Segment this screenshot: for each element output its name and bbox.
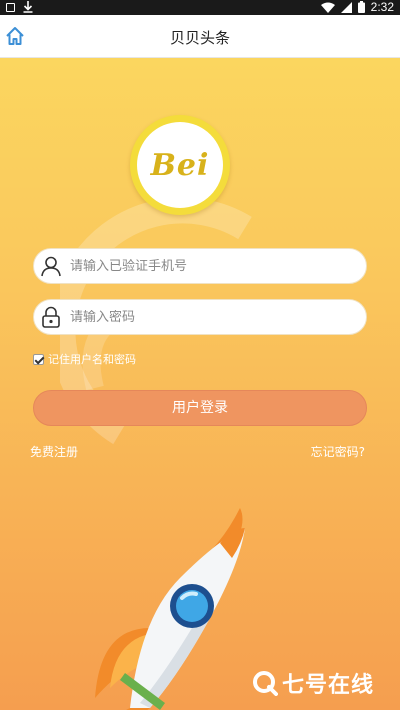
notification-icon [6,2,15,12]
watermark-logo-icon [253,671,278,696]
remember-label: 记住用户名和密码 [48,353,136,366]
login-button[interactable]: 用户登录 [33,390,367,426]
password-field[interactable] [33,299,367,335]
password-input[interactable] [70,309,330,325]
remember-checkbox[interactable] [33,353,44,365]
page-title: 贝贝头条 [169,29,230,47]
user-icon [41,256,61,277]
status-bar: 2:32 [0,0,400,15]
watermark-text: 七号在线 [282,673,375,698]
register-link[interactable]: 免费注册 [30,443,78,460]
signal-icon [340,1,352,13]
phone-field[interactable] [33,248,367,284]
download-icon [23,1,33,13]
app-logo: Bei [130,115,230,215]
wifi-icon [320,2,335,13]
status-time: 2:32 [370,0,394,14]
login-screen: Bei 记住用户名和密码 用户登录 免费注册 忘记密码? [0,58,400,710]
lock-icon [42,306,60,328]
title-bar: 贝贝头条 [0,15,400,58]
phone-input[interactable] [70,258,330,274]
forgot-password-link[interactable]: 忘记密码? [311,443,365,460]
watermark: 七号在线 [252,667,374,699]
logo-text: Bei [150,148,210,183]
battery-icon [357,1,365,13]
remember-me[interactable]: 记住用户名和密码 [33,351,136,367]
